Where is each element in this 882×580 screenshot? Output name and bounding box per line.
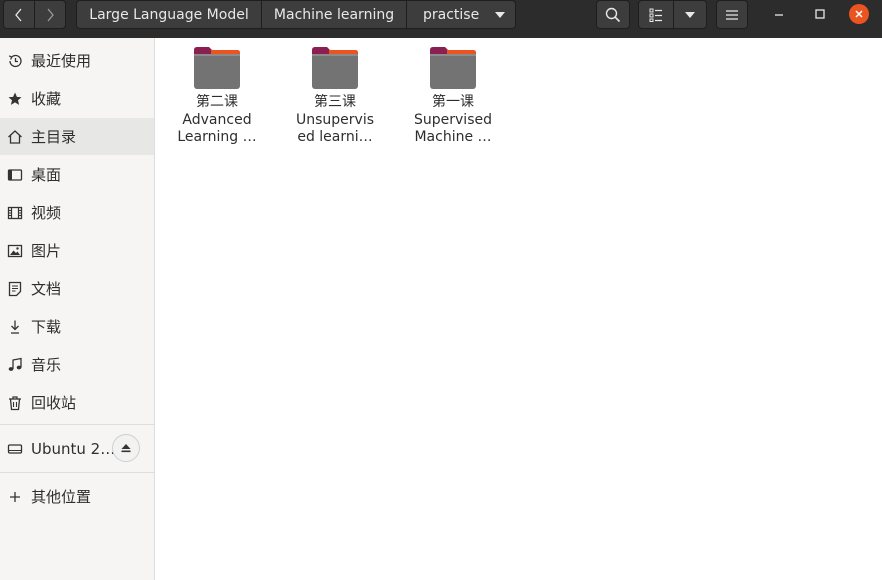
folder-name: 第三课 Unsupervis ed learni… <box>290 94 380 147</box>
sidebar-item-desktop[interactable]: 桌面 <box>0 156 154 193</box>
view-toggle-button[interactable] <box>638 0 674 29</box>
sidebar-item-music[interactable]: 音乐 <box>0 346 154 383</box>
path-segment-large-language-model[interactable]: Large Language Model <box>76 0 262 29</box>
clock-icon <box>7 53 23 69</box>
sidebar-item-documents[interactable]: 文档 <box>0 270 154 307</box>
search-icon <box>605 7 621 22</box>
folder-item[interactable]: 第二课 Advanced Learning … <box>172 46 262 147</box>
sidebar-item-label: 桌面 <box>31 166 62 184</box>
folder-name-line: ed learni… <box>297 129 373 145</box>
hamburger-menu-icon <box>726 9 738 20</box>
document-icon <box>7 281 23 297</box>
triangle-down-icon[interactable] <box>495 12 505 18</box>
folder-name-line: Learning … <box>177 129 257 145</box>
folder-icon <box>193 46 241 90</box>
path-segment-machine-learning[interactable]: Machine learning <box>261 0 407 29</box>
view-options-button[interactable] <box>673 0 707 29</box>
folder-name: 第二课 Advanced Learning … <box>172 94 262 147</box>
trash-icon <box>7 395 23 411</box>
sidebar-item-videos[interactable]: 视频 <box>0 194 154 231</box>
sidebar-item-home[interactable]: 主目录 <box>0 118 154 155</box>
sidebar-separator <box>0 424 154 425</box>
image-icon <box>7 243 23 259</box>
folder-name-line: Advanced <box>182 111 252 128</box>
drive-icon <box>7 441 23 457</box>
sidebar-item-label: 收藏 <box>31 90 62 108</box>
minimize-button[interactable] <box>769 4 789 24</box>
sidebar-item-downloads[interactable]: 下载 <box>0 308 154 345</box>
sidebar-item-label: 主目录 <box>31 128 77 146</box>
maximize-icon <box>815 9 825 19</box>
sidebar-item-other-locations[interactable]: 其他位置 <box>0 478 154 515</box>
search-button[interactable] <box>596 0 630 29</box>
sidebar-item-label: 回收站 <box>31 394 77 412</box>
folder-name-line: 第三课 <box>314 94 356 110</box>
path-segment-label: Machine learning <box>273 6 395 23</box>
main-menu-button[interactable] <box>716 0 748 29</box>
sidebar-item-label: 下载 <box>31 318 62 336</box>
folder-name-line: Machine … <box>414 129 492 145</box>
sidebar-item-label: Ubuntu 2… <box>31 439 116 458</box>
eject-button[interactable] <box>112 434 140 462</box>
sidebar-item-recent[interactable]: 最近使用 <box>0 42 154 79</box>
music-icon <box>7 357 23 373</box>
sidebar-item-trash[interactable]: 回收站 <box>0 384 154 421</box>
sidebar-item-ubuntu-drive[interactable]: Ubuntu 2… <box>0 430 154 467</box>
sidebar: 最近使用 收藏 主目录 桌面 视频 图片 文档 下载 音乐 回收站 Ubuntu… <box>0 38 155 580</box>
folder-name-line: Unsupervis <box>295 111 374 128</box>
folder-item[interactable]: 第三课 Unsupervis ed learni… <box>290 46 380 147</box>
sidebar-item-label: 文档 <box>31 280 62 298</box>
minimize-icon <box>775 14 783 16</box>
forward-button[interactable] <box>34 0 66 29</box>
eject-icon <box>121 444 131 453</box>
sidebar-item-label: 视频 <box>31 204 62 222</box>
close-icon <box>855 10 863 18</box>
home-icon <box>7 129 23 145</box>
sidebar-item-pictures[interactable]: 图片 <box>0 232 154 269</box>
path-segment-practise[interactable]: practise <box>406 0 516 29</box>
folder-icon <box>311 46 359 90</box>
sidebar-item-label: 其他位置 <box>31 488 92 506</box>
chevron-left-icon <box>15 8 22 21</box>
path-segment-label: practise <box>423 6 480 23</box>
sidebar-item-label: 最近使用 <box>31 52 92 70</box>
header-bar: Large Language Model Machine learning pr… <box>0 0 882 38</box>
back-button[interactable] <box>3 0 35 29</box>
folder-name: 第一课 Supervised Machine … <box>408 94 498 147</box>
folder-name-line: Supervised <box>414 111 492 128</box>
file-view: 第二课 Advanced Learning … 第三课 Unsupervis e… <box>156 38 882 580</box>
sidebar-item-label: 图片 <box>31 242 62 260</box>
sidebar-item-label: 音乐 <box>31 356 62 374</box>
sidebar-item-starred[interactable]: 收藏 <box>0 80 154 117</box>
folder-name-line: 第一课 <box>432 94 474 110</box>
desktop-icon <box>7 167 23 183</box>
list-view-icon <box>649 8 662 22</box>
folder-name-line: 第二课 <box>196 94 238 110</box>
sidebar-separator <box>0 472 154 473</box>
star-icon <box>7 91 23 107</box>
download-icon <box>7 319 23 335</box>
folder-item[interactable]: 第一课 Supervised Machine … <box>408 46 498 147</box>
chevron-right-icon <box>47 8 54 21</box>
plus-icon <box>7 489 23 505</box>
path-segment-label: Large Language Model <box>89 6 249 23</box>
folder-icon <box>429 46 477 90</box>
maximize-button[interactable] <box>810 4 830 24</box>
triangle-down-icon <box>685 11 695 18</box>
film-icon <box>7 205 23 221</box>
close-button[interactable] <box>849 4 869 24</box>
